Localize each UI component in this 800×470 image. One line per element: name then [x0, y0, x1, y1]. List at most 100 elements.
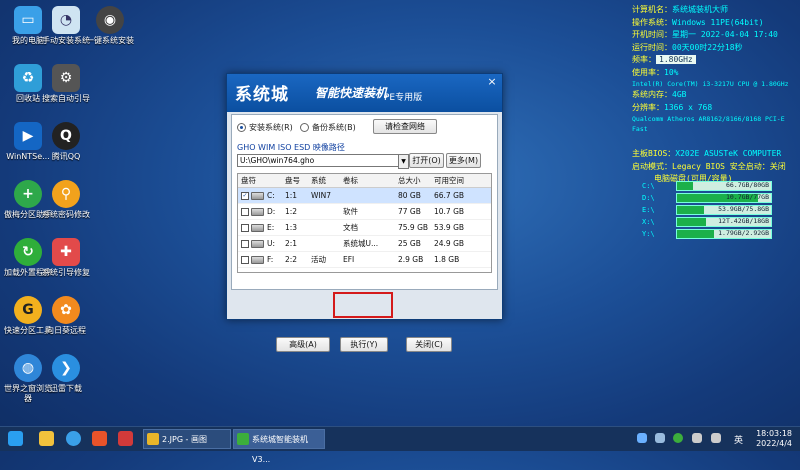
task-installer[interactable]: 系统城智能装机 V3... — [233, 429, 325, 464]
info-row-boot-mode: 启动模式：Legacy BIOS 安全启动：关闭 — [632, 161, 786, 171]
task-paint[interactable]: 2.JPG - 画图 — [143, 429, 231, 449]
taskbar: 2.JPG - 画图 系统城智能装机 V3... 英 18:03:18 2022… — [0, 426, 800, 464]
radio-dot-icon — [300, 123, 309, 132]
disk-icon — [251, 191, 264, 200]
network-icon[interactable] — [692, 433, 702, 443]
info-row-usage: 使用率：10% — [632, 67, 679, 77]
file-explorer-icon[interactable] — [39, 431, 54, 446]
info-row-computer-name: 计算机名：系统城装机大师 — [632, 5, 728, 14]
desktop-icon-boot-repair[interactable]: ✚ 系统引导修复 — [42, 238, 90, 278]
ghost-icon: ◔ — [52, 6, 80, 34]
g-logo-icon: G — [14, 296, 42, 324]
more-button[interactable]: 更多(M) — [446, 153, 481, 168]
globe-icon: ◍ — [14, 354, 42, 382]
ghost-dark-icon: ◉ — [96, 6, 124, 34]
partition-table: 盘符 盘号 系统 卷标 总大小 可用空间 ✓ C: 1:1 WIN7 80 GB 66.7… — [237, 173, 492, 273]
desktop-icon-search-auto-boot[interactable]: ⚙ 搜索自动引导 — [42, 64, 90, 104]
desktop-icon-ghost-install[interactable]: ◔ 手动安装系统 — [42, 6, 90, 46]
toolbox-icon[interactable] — [92, 431, 107, 446]
recycle-bin-icon: ♻ — [14, 64, 42, 92]
open-button[interactable]: 打开(O) — [409, 153, 444, 168]
drive-letter: E:\ — [642, 206, 655, 215]
checkbox[interactable] — [241, 223, 249, 232]
drive-usage-text: 53.9GB/75.8GB — [718, 205, 769, 214]
puzzle-icon[interactable] — [118, 431, 133, 446]
drive-letter: X:\ — [642, 218, 655, 227]
tray-app-icon[interactable] — [655, 433, 665, 443]
close-button[interactable]: 关闭(C) — [406, 337, 452, 352]
table-row[interactable]: D: 1:2 软件 77 GB 10.7 GB — [238, 204, 491, 220]
taskbar-clock[interactable]: 18:03:18 2022/4/4 — [756, 429, 792, 449]
drive-usage-row: E:\ 53.9GB/75.8GB — [642, 205, 772, 216]
execute-highlight-frame — [333, 292, 393, 318]
checkbox[interactable] — [241, 207, 249, 216]
dialog-title-brand: 系统城 — [235, 85, 289, 105]
dialog-title-edition: PE专用版 — [384, 93, 423, 103]
disk-icon — [251, 239, 264, 248]
table-row[interactable]: U: 2:1 系统城U... 25 GB 24.9 GB — [238, 236, 491, 252]
system-info-panel: 计算机名：系统城装机大师 操作系统：Windows 11PE(64bit) 开机… — [632, 4, 798, 186]
refresh-icon: ↻ — [14, 238, 42, 266]
info-row-os: 操作系统：Windows 11PE(64bit) — [632, 17, 764, 27]
info-row-memory: 系统内存：4GB — [632, 90, 687, 99]
image-path-input[interactable]: U:\GHO\win764.gho — [237, 154, 401, 167]
monitor-tray-icon[interactable] — [637, 433, 647, 443]
input-language[interactable]: 英 — [734, 433, 743, 446]
checkbox[interactable]: ✓ — [241, 191, 249, 200]
computer-icon: ▭ — [14, 6, 42, 34]
desktop-icon-label: 迅雷下载 — [50, 384, 82, 393]
info-row-uptime: 运行时间：00天00时22分18秒 — [632, 42, 743, 52]
installer-app-icon — [237, 433, 249, 445]
drive-usage-bar: 12T.42GB/18GB — [676, 217, 772, 228]
checkbox[interactable] — [241, 255, 249, 264]
installer-tray-icon[interactable] — [673, 433, 683, 443]
execute-button[interactable]: 执行(Y) — [340, 337, 388, 352]
drive-usage-bar: 10.7GB/77GB — [676, 193, 772, 204]
table-row[interactable]: F: 2:2 活动 EFI 2.9 GB 1.8 GB — [238, 252, 491, 268]
desktop-icon-sunlogin[interactable]: ✿ 向日葵远程 — [42, 296, 90, 336]
start-windows-icon[interactable] — [8, 431, 23, 446]
drive-usage-fill — [677, 206, 705, 215]
qq-penguin-icon: Q — [52, 122, 80, 150]
partition-icon: + — [14, 180, 42, 208]
thunder-bird-icon: ❯ — [52, 354, 80, 382]
disk-icon — [251, 207, 264, 216]
info-row-frequency: 频率： 1.80GHz — [632, 54, 798, 67]
drive-usage-row: D:\ 10.7GB/77GB — [642, 193, 772, 204]
close-icon[interactable]: × — [486, 76, 498, 88]
info-row-boot-time: 开机时间：星期一 2022-04-04 17:40 — [632, 30, 778, 39]
desktop-icon-label: 系统密码修改 — [42, 210, 90, 219]
drive-usage-row: C:\ 66.7GB/80GB — [642, 181, 772, 192]
advanced-button[interactable]: 高级(A) — [276, 337, 330, 352]
desktop-icon-tencent-qq[interactable]: Q 腾讯QQ — [42, 122, 90, 162]
dialog-title-sub: 智能快速装机 — [315, 86, 388, 100]
info-row-resolution: 分辨率：1366 x 768 — [632, 102, 713, 112]
chevron-down-icon[interactable]: ▼ — [398, 154, 409, 169]
key-icon: ⚲ — [52, 180, 80, 208]
checkbox[interactable] — [241, 239, 249, 248]
table-row[interactable]: E: 1:3 文档 75.9 GB 53.9 GB — [238, 220, 491, 236]
network-adapter: Qualcomm Atheros AR8162/8166/8168 PCI-E … — [632, 115, 785, 133]
drive-usage-fill — [677, 230, 714, 239]
gear-icon: ⚙ — [52, 64, 80, 92]
desktop-icon-password-reset[interactable]: ⚲ 系统密码修改 — [42, 180, 90, 220]
desktop-icon-label: 搜索自动引导 — [42, 94, 90, 103]
dialog-header: 系统城 智能快速装机 PE专用版 × — [227, 74, 502, 112]
winntsetup-icon: ▶ — [14, 122, 42, 150]
desktop-icon-label: 腾讯QQ — [51, 152, 81, 161]
drive-usage-fill — [677, 182, 693, 191]
browser-icon[interactable] — [66, 431, 81, 446]
desktop-icon-thunder[interactable]: ❯ 迅雷下载 — [42, 354, 90, 394]
desktop-icon-label: 手动安装系统 — [42, 36, 90, 45]
table-row[interactable]: ✓ C: 1:1 WIN7 80 GB 66.7 GB — [238, 188, 491, 204]
drive-usage-text: 1.79GB/2.92GB — [718, 229, 769, 238]
radio-backup-system[interactable]: 备份系统(B) — [300, 122, 356, 133]
drive-usage-text: 66.7GB/80GB — [725, 181, 769, 190]
paint-icon — [147, 433, 159, 445]
radio-install-system[interactable]: 安装系统(R) — [237, 122, 293, 133]
drive-usage-text: 12T.42GB/18GB — [718, 217, 769, 226]
volume-icon[interactable] — [711, 433, 721, 443]
desktop-icon-one-key-install[interactable]: ◉ 一键系统安装 — [86, 6, 134, 46]
check-network-button[interactable]: 请检查网络 — [373, 119, 437, 134]
sunflower-icon: ✿ — [52, 296, 80, 324]
